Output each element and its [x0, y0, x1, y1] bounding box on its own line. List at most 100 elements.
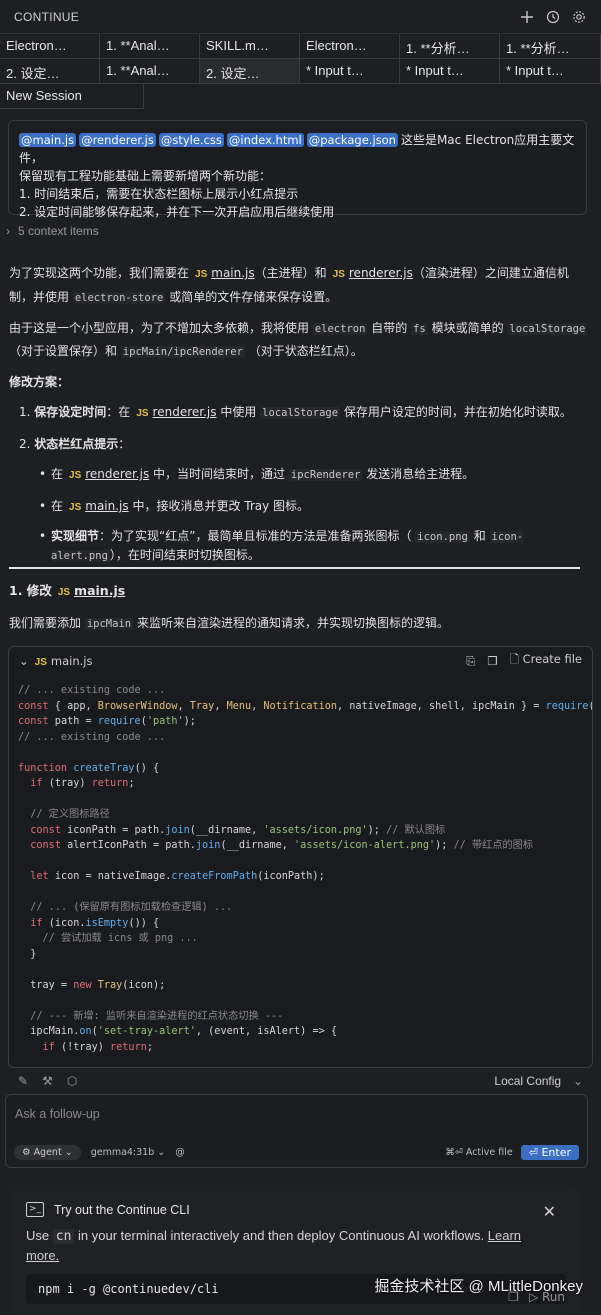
tab-row-2: 2. 设定… 1. **Anal… 2. 设定… * Input t… * In…: [0, 59, 601, 84]
assistant-response: 为了实现这两个功能，我们需要在 JS main.js（主进程）和 JS renderer…: [9, 262, 589, 565]
bullet-item: 在 JSrenderer.js 中，当时间结束时，通过 ipcRenderer 发…: [39, 463, 589, 487]
copy-icon[interactable]: ❐: [487, 654, 497, 668]
agent-mode-selector[interactable]: ⚙ Agent ⌄: [14, 1144, 81, 1160]
code-content: // ... existing code ... const { app, Br…: [18, 685, 592, 1053]
code-block-actions: ⎘ ❐ 🗋 Create file: [466, 652, 582, 671]
tab-session[interactable]: Electron…: [0, 34, 100, 59]
tools-icon[interactable]: ⚒: [42, 1074, 53, 1088]
section-description: 我们需要添加 ipcMain 来监听来自渲染进程的通知请求，并实现切换图标的逻辑…: [9, 614, 449, 631]
text: 中，当时间结束时，通过: [153, 467, 286, 481]
code-block-file[interactable]: ⌄ JS main.js: [19, 654, 92, 668]
tab-session[interactable]: * Input t…: [300, 59, 400, 84]
active-file-hint[interactable]: ⌘⏎ Active file: [445, 1147, 512, 1158]
js-file-icon: JS: [57, 587, 71, 598]
text: ：在: [106, 405, 131, 419]
inline-code: localStorage: [507, 323, 588, 335]
list-number: 1.: [19, 405, 31, 419]
pencil-icon[interactable]: ✎: [18, 1074, 28, 1088]
input-placeholder: Ask a follow-up: [15, 1107, 100, 1121]
file-link-main[interactable]: main.js: [211, 266, 254, 280]
chevron-right-icon: ›: [6, 224, 10, 238]
context-items-toggle[interactable]: › 5 context items: [6, 224, 99, 238]
panel-header: CONTINUE: [0, 0, 601, 33]
tab-session[interactable]: SKILL.m…: [200, 34, 300, 59]
chevron-down-icon: ⌄: [19, 654, 29, 668]
header-actions: [519, 9, 587, 25]
tab-new-session[interactable]: New Session: [0, 84, 144, 109]
tab-session[interactable]: * Input t…: [500, 59, 601, 84]
input-left-controls: ⚙ Agent ⌄ gemma4:31b ⌄ @: [14, 1144, 185, 1160]
code-block: ⌄ JS main.js ⎘ ❐ 🗋 Create file // ... exis…: [8, 646, 593, 1068]
file-mention[interactable]: @renderer.js: [79, 133, 156, 147]
file-link-main[interactable]: main.js: [85, 499, 128, 513]
file-mention[interactable]: @style.css: [158, 133, 224, 147]
list-item-title: 保存设定时间: [34, 405, 107, 419]
text: Use: [26, 1228, 50, 1243]
model-selector[interactable]: gemma4:31b ⌄: [91, 1147, 166, 1158]
inline-code: ipcMain/ipcRenderer: [120, 346, 245, 358]
text: 在: [51, 499, 64, 513]
file-link-main[interactable]: main.js: [74, 583, 125, 598]
text: 1. 修改: [9, 583, 52, 598]
file-link-renderer[interactable]: renderer.js: [85, 467, 149, 481]
tab-session[interactable]: 1. **Anal…: [100, 34, 200, 59]
agent-label: Agent: [33, 1146, 62, 1158]
tab-session[interactable]: 1. **分析…: [500, 34, 601, 59]
js-file-icon: JS: [34, 657, 47, 668]
user-message-line-1: @main.js @renderer.js @style.css @index.htm…: [19, 131, 576, 167]
paragraph: 为了实现这两个功能，我们需要在 JS main.js（主进程）和 JS renderer…: [9, 262, 589, 309]
tab-session[interactable]: 1. **分析…: [400, 34, 500, 59]
file-link-renderer[interactable]: renderer.js: [349, 266, 413, 280]
chat-input[interactable]: Ask a follow-up ⚙ Agent ⌄ gemma4:31b ⌄ @…: [5, 1094, 588, 1168]
at-mention-button[interactable]: @: [175, 1147, 185, 1158]
history-icon[interactable]: [545, 9, 561, 25]
user-message-text: 保留现有工程功能基础上需要新增两个新功能：: [19, 169, 272, 183]
terminal-icon: >_: [26, 1202, 44, 1217]
close-icon[interactable]: ✕: [543, 1202, 556, 1221]
js-file-icon: JS: [69, 502, 82, 513]
tab-session[interactable]: Electron…: [300, 34, 400, 59]
tab-session-active[interactable]: 2. 设定…: [200, 59, 300, 84]
watermark: 掘金技术社区 @ MLittleDonkey: [374, 1278, 583, 1295]
text: 在: [51, 467, 64, 481]
tab-session[interactable]: 2. 设定…: [0, 59, 100, 84]
file-mention[interactable]: @main.js: [19, 133, 77, 147]
text: 发送消息给主进程。: [366, 467, 475, 481]
text: ：: [118, 437, 131, 451]
inline-code: electron: [312, 323, 368, 335]
user-message[interactable]: @main.js @renderer.js @style.css @index.htm…: [8, 120, 587, 219]
bullet-item: 在 JSmain.js 中，接收消息并更改 Tray 图标。: [39, 495, 589, 519]
plus-icon[interactable]: [519, 9, 535, 25]
inline-code: ipcMain: [84, 618, 134, 630]
user-message-text: 2. 设定时间能够保存起来，并在下一次开启应用后继续使用: [19, 205, 335, 219]
text: 我们需要添加: [9, 616, 82, 630]
enter-button[interactable]: ⏎ Enter: [520, 1144, 579, 1160]
file-mention[interactable]: @index.html: [226, 133, 304, 147]
apply-icon[interactable]: ⎘: [466, 654, 475, 669]
inline-code: cn: [52, 1229, 75, 1244]
text: ），在时间结束时切换图标。: [109, 548, 260, 562]
file-link-renderer[interactable]: renderer.js: [153, 405, 217, 419]
js-file-icon: JS: [195, 269, 208, 280]
context-items-label: 5 context items: [18, 224, 99, 238]
panel-title: CONTINUE: [14, 9, 80, 24]
js-file-icon: JS: [136, 408, 149, 419]
local-config-label: Local Config: [494, 1074, 562, 1088]
cube-icon[interactable]: ⬡: [67, 1074, 77, 1088]
file-plus-icon: 🗋: [509, 651, 519, 666]
local-config-selector[interactable]: Local Config ⌄: [494, 1074, 583, 1088]
tab-session[interactable]: * Input t…: [400, 59, 500, 84]
text: 为了实现这两个功能，我们需要在: [9, 266, 190, 280]
gear-icon[interactable]: [571, 9, 587, 25]
text: （主进程）和: [254, 266, 327, 280]
list-item: 2. 状态栏红点提示：: [19, 433, 589, 455]
tab-session[interactable]: 1. **Anal…: [100, 59, 200, 84]
input-controls: ⚙ Agent ⌄ gemma4:31b ⌄ @ ⌘⏎ Active file …: [14, 1143, 579, 1161]
create-file-button[interactable]: 🗋 Create file: [510, 652, 582, 671]
paragraph: 由于这是一个小型应用，为了不增加太多依赖，我将使用 electron 自带的 f…: [9, 317, 589, 363]
file-mention[interactable]: @package.json: [306, 133, 398, 147]
list-item-title: 状态栏红点提示: [34, 437, 119, 451]
bullet-title: 实现细节: [51, 529, 100, 543]
chevron-down-icon: ⌄: [572, 1074, 583, 1088]
text: （对于设置保存）和: [9, 344, 118, 358]
